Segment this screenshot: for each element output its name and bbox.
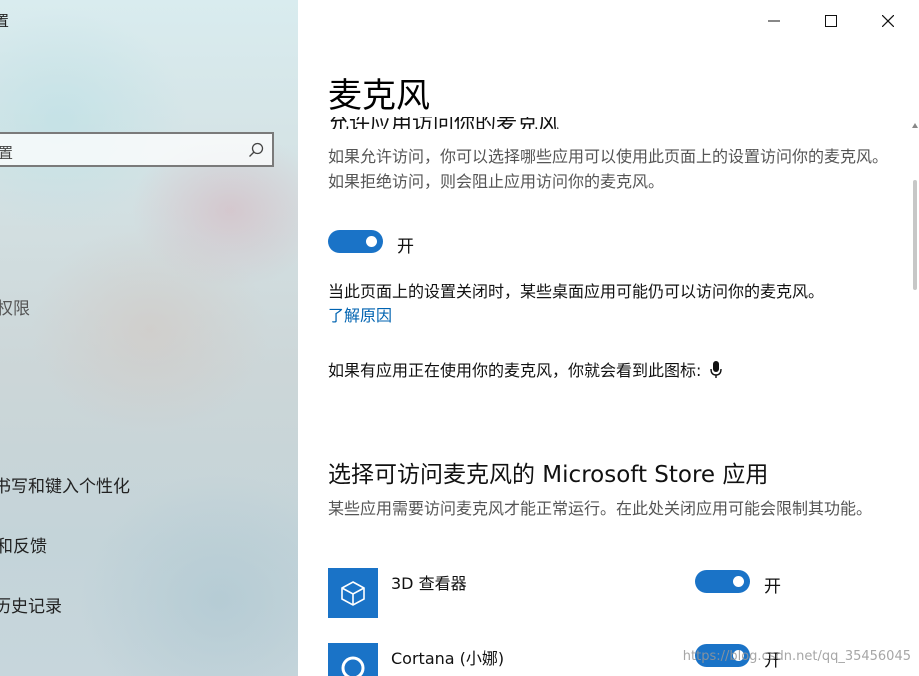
vertical-scrollbar[interactable] (913, 180, 917, 290)
maximize-button[interactable] (808, 6, 854, 36)
microphone-access-toggle-label: 开 (397, 237, 414, 257)
sidebar-item-history[interactable]: 历史记录 (0, 592, 62, 617)
maximize-icon (825, 15, 837, 27)
watermark: https://blog.csdn.net/qq_35456045 (682, 649, 911, 664)
search-input[interactable]: 置 (0, 132, 274, 167)
close-icon (882, 15, 894, 27)
microphone-settings-page: 麦克风 允许应用访问你的麦克风 如果允许访问，你可以选择哪些应用可以使用此页面上… (298, 0, 919, 676)
cortana-ring-icon (341, 656, 365, 676)
settings-sidebar: 置 置 权限 书写和键入个性化 和反馈 历史记录 (0, 0, 298, 676)
allow-access-description: 如果允许访问，你可以选择哪些应用可以使用此页面上的设置访问你的麦克风。如果拒绝访… (328, 147, 889, 191)
search-input-value: 置 (0, 144, 14, 162)
app-name-3d-viewer: 3D 查看器 (391, 574, 467, 593)
minimize-button[interactable] (751, 6, 797, 36)
toggle-knob (366, 236, 377, 247)
microphone-access-toggle[interactable] (328, 230, 383, 253)
sidebar-item-privacy[interactable]: 权限 (0, 294, 30, 319)
in-use-icon-note-text: 如果有应用正在使用你的麦克风，你就会看到此图标: (328, 361, 702, 380)
store-apps-heading: 选择可访问麦克风的 Microsoft Store 应用 (328, 462, 769, 488)
sidebar-item-feedback[interactable]: 和反馈 (0, 532, 47, 557)
allow-access-heading: 允许应用访问你的麦克风 (328, 117, 728, 129)
minimize-icon (768, 20, 780, 22)
app-name-cortana: Cortana (小娜) (391, 649, 505, 668)
scroll-up-arrow-icon[interactable] (912, 122, 918, 130)
close-button[interactable] (865, 6, 911, 36)
app-toggle-label-3d-viewer: 开 (764, 577, 781, 597)
learn-more-link[interactable]: 了解原因 (328, 302, 392, 326)
sidebar-item-inking-typing[interactable]: 书写和键入个性化 (0, 472, 130, 497)
sidebar-title: 置 (0, 12, 10, 30)
app-icon-3d-viewer (328, 568, 378, 618)
toggle-knob (733, 576, 744, 587)
app-toggle-3d-viewer[interactable] (695, 570, 750, 593)
in-use-icon-note: 如果有应用正在使用你的麦克风，你就会看到此图标: (328, 357, 723, 381)
page-title: 麦克风 (328, 76, 430, 116)
allow-access-heading-text: 允许应用访问你的麦克风 (328, 117, 559, 129)
search-icon[interactable] (248, 142, 264, 158)
cube-icon (341, 581, 365, 606)
microphone-icon (709, 361, 722, 378)
app-icon-cortana (328, 643, 378, 676)
desktop-apps-note: 当此页面上的设置关闭时，某些桌面应用可能仍可以访问你的麦克风。 (328, 282, 825, 301)
store-apps-description: 某些应用需要访问麦克风才能正常运行。在此处关闭应用可能会限制其功能。 (328, 499, 873, 518)
